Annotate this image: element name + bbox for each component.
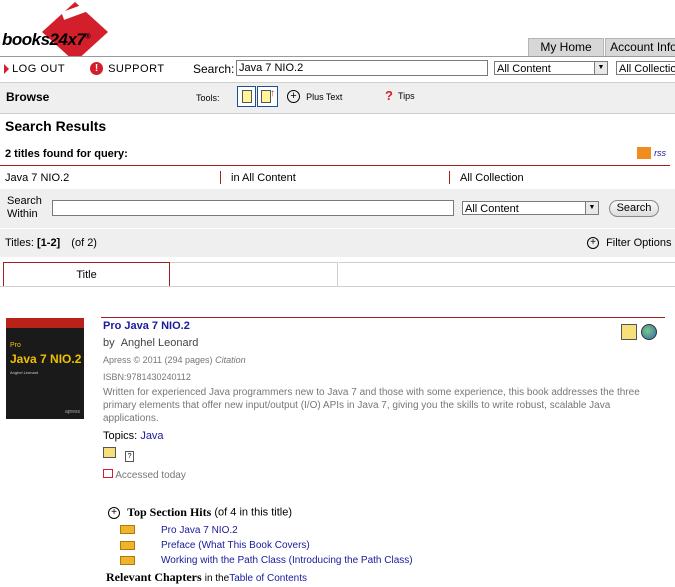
book-tool-icons: ? [103, 447, 135, 462]
topic-link[interactable]: Java [140, 430, 163, 442]
browse-link[interactable]: Browse [6, 90, 49, 104]
plus-text-label: Plus Text [306, 91, 343, 102]
rss-label: rss [654, 148, 667, 159]
logo-text: books24x7® [2, 30, 91, 50]
tab-my-home[interactable]: My Home [528, 38, 604, 56]
relevant-chapters: Relevant Chapters in theTable of Content… [106, 570, 308, 584]
query-collection: All Collection [460, 172, 524, 184]
top-hits-header: + Top Section Hits (of 4 in this title) [108, 505, 292, 520]
search-within-scope-select[interactable]: All Content ▼ [462, 201, 599, 215]
book-author: Anghel Leonard [120, 337, 199, 349]
tools-label: Tools: [196, 93, 220, 103]
red-arrow-icon: ↑ [270, 88, 275, 99]
book-topics: Topics: Java [103, 430, 164, 442]
tips-link[interactable]: ? Tips [385, 88, 415, 103]
circle-plus-icon[interactable]: + [108, 506, 120, 519]
citation-link[interactable]: Citation [215, 355, 246, 365]
query-scope: in All Content [231, 172, 296, 184]
query-text: Java 7 NIO.2 [5, 172, 70, 184]
cover-title-line2: Java 7 NIO.2 [10, 352, 82, 366]
filter-options-toggle[interactable]: + Filter Options [587, 237, 672, 250]
search-label: Search: [193, 62, 235, 76]
column-header-title[interactable]: Title [3, 262, 170, 286]
query-rule-top [0, 165, 670, 166]
titles-info: Titles: [1-2] (of 2) [5, 237, 97, 249]
top-hits-count: (of 4 in this title) [214, 506, 293, 519]
bookmark-red-icon [103, 469, 113, 478]
hit-link[interactable]: Pro Java 7 NIO.2 [161, 525, 238, 536]
logout-arrow-icon [4, 64, 9, 75]
rss-icon [637, 147, 651, 160]
hit-link[interactable]: Preface (What This Book Covers) [161, 540, 310, 551]
accessed-indicator: Accessed today [103, 469, 186, 481]
top-hits-title: Top Section Hits [127, 505, 212, 519]
results-count: 2 titles found for query: [5, 148, 128, 160]
query-divider [220, 171, 221, 184]
alert-icon: ! [90, 62, 103, 75]
titles-bar [0, 229, 675, 257]
filter-options-label: Filter Options [606, 237, 672, 250]
titles-range: [1-2] [37, 237, 61, 249]
tool-export-button[interactable]: ↑ [257, 86, 278, 107]
book-publisher-line: Apress © 2011 (294 pages) Citation [103, 355, 246, 365]
book-isbn: ISBN:9781430240112 [103, 372, 191, 382]
section-icon [120, 556, 135, 565]
tab-account-info[interactable]: Account Info [605, 38, 675, 56]
circle-plus-icon: + [587, 237, 599, 250]
help-doc-icon[interactable]: ? [125, 451, 135, 462]
folder-icon[interactable] [621, 324, 637, 340]
section-icon [120, 525, 135, 534]
rss-link[interactable]: rss [637, 147, 667, 160]
cover-author: Anghel Leonard [10, 370, 39, 375]
toc-link[interactable]: Table of Contents [229, 573, 307, 584]
cover-title-line1: Pro [10, 342, 21, 349]
hit-link[interactable]: Working with the Path Class (Introducing… [161, 555, 413, 566]
plus-text-toggle[interactable]: + Plus Text [287, 90, 342, 103]
cover-publisher: apress [64, 409, 80, 415]
column-header-2 [170, 262, 338, 286]
logo-brand: books24x7 [2, 30, 86, 49]
book-cover[interactable]: Pro Java 7 NIO.2 Anghel Leonard apress [6, 318, 84, 419]
question-icon: ? [385, 88, 393, 103]
search-within-input[interactable] [52, 200, 454, 216]
cover-top-band [6, 318, 84, 328]
tips-label: Tips [398, 90, 415, 101]
section-icon [120, 541, 135, 550]
book-copyright: © 2011 (294 pages) [133, 355, 213, 365]
collection-select[interactable]: All Collections [616, 61, 675, 75]
chevron-down-icon: ▼ [585, 202, 598, 214]
book-actions [619, 322, 663, 342]
chevron-down-icon: ▼ [594, 62, 607, 74]
globe-icon[interactable] [641, 324, 657, 340]
query-divider [449, 171, 450, 184]
column-header-3 [339, 262, 675, 286]
scope-select[interactable]: All Content ▼ [494, 61, 608, 75]
search-within-label: Search Within [7, 195, 42, 220]
page-title: Search Results [5, 118, 107, 134]
titles-total: (of 2) [71, 237, 97, 249]
notepad-icon [242, 90, 252, 103]
book-publisher: Apress [103, 355, 132, 365]
circle-plus-icon: + [287, 90, 300, 103]
logo-registered-mark: ® [85, 33, 91, 41]
notes-icon[interactable] [103, 447, 116, 458]
book-title-link[interactable]: Pro Java 7 NIO.2 [103, 320, 190, 332]
book-rule [101, 317, 665, 318]
book-author-line: by Anghel Leonard [103, 337, 199, 349]
logout-label: LOG OUT [12, 63, 66, 76]
support-label: SUPPORT [108, 62, 165, 75]
search-input[interactable]: Java 7 NIO.2 [236, 60, 488, 76]
support-link[interactable]: ! SUPPORT [90, 62, 165, 76]
search-within-button[interactable]: Search [609, 200, 659, 217]
logout-link[interactable]: LOG OUT [4, 63, 65, 77]
tool-bookshelf-button[interactable] [237, 86, 256, 107]
book-description: Written for experienced Java programmers… [103, 387, 640, 424]
